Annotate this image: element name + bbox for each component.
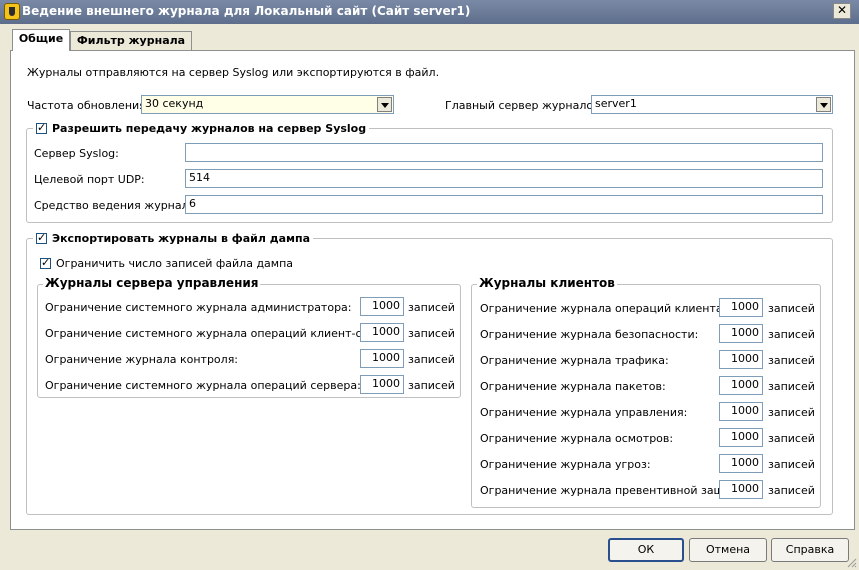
client-log-row-unit: записей (768, 432, 815, 445)
client-log-row-label: Ограничение журнала управления: (480, 406, 688, 419)
client-log-row-input[interactable]: 1000 (719, 298, 763, 317)
client-log-row-unit: записей (768, 406, 815, 419)
server-logs-title: Журналы сервера управления (43, 276, 261, 290)
client-log-row-label: Ограничение журнала безопасности: (480, 328, 699, 341)
refresh-label: Частота обновления: (27, 99, 150, 112)
syslog-server-label: Сервер Syslog: (34, 147, 119, 160)
intro-text: Журналы отправляются на сервер Syslog ил… (27, 66, 440, 79)
limit-records-label: Ограничить число записей файла дампа (56, 257, 294, 270)
export-enable-label: Экспортировать журналы в файл дампа (52, 232, 311, 245)
client-log-row-input[interactable]: 1000 (719, 376, 763, 395)
server-log-row-label: Ограничение системного журнала администр… (45, 301, 352, 314)
client-log-row-label: Ограничение журнала осмотров: (480, 432, 674, 445)
tab-general[interactable]: Общие (12, 29, 70, 51)
client-log-row-input[interactable]: 1000 (719, 324, 763, 343)
resize-grip-icon[interactable] (845, 556, 857, 568)
main-server-label: Главный сервер журналов: (445, 99, 604, 112)
ok-button[interactable]: ОК (608, 538, 684, 562)
client-log-row-label: Ограничение журнала трафика: (480, 354, 669, 367)
limit-records[interactable]: Ограничить число записей файла дампа (40, 256, 293, 272)
main-server-select[interactable]: server1 (591, 95, 833, 114)
client-log-row-unit: записей (768, 380, 815, 393)
facility-input[interactable]: 6 (185, 195, 823, 214)
client-logs-group (471, 284, 821, 508)
client-log-row-unit: записей (768, 458, 815, 471)
client-log-row-label: Ограничение журнала превентивной защиты: (480, 484, 750, 497)
export-enable[interactable]: Экспортировать журналы в файл дампа (33, 231, 314, 247)
server-log-row-input[interactable]: 1000 (360, 349, 404, 368)
server-log-row-label: Ограничение системного журнала операций … (45, 379, 361, 392)
cancel-button[interactable]: Отмена (689, 538, 767, 562)
app-shield-icon (4, 3, 20, 20)
main-server-value: server1 (595, 97, 637, 110)
client-log-row-label: Ограничение журнала операций клиента: (480, 302, 727, 315)
close-button[interactable]: ✕ (833, 3, 851, 19)
tab-log-filter[interactable]: Фильтр журнала (70, 31, 192, 51)
chevron-down-icon[interactable] (816, 97, 831, 112)
client-log-row-input[interactable]: 1000 (719, 428, 763, 447)
window-title: Ведение внешнего журнала для Локальный с… (22, 4, 471, 18)
client-log-row-label: Ограничение журнала угроз: (480, 458, 651, 471)
server-log-row-unit: записей (408, 327, 455, 340)
client-log-row-unit: записей (768, 328, 815, 341)
chevron-down-icon[interactable] (377, 97, 392, 112)
server-log-row-input[interactable]: 1000 (360, 323, 404, 342)
server-log-row-unit: записей (408, 379, 455, 392)
title-bar: Ведение внешнего журнала для Локальный с… (0, 0, 859, 24)
syslog-enable-label: Разрешить передачу журналов на сервер Sy… (52, 122, 367, 135)
client-log-row-input[interactable]: 1000 (719, 402, 763, 421)
export-enable-checkbox[interactable] (36, 231, 47, 244)
server-log-row-label: Ограничение системного журнала операций … (45, 327, 400, 340)
server-log-row-input[interactable]: 1000 (360, 375, 404, 394)
limit-records-checkbox[interactable] (40, 256, 51, 269)
udp-port-input[interactable]: 514 (185, 169, 823, 188)
client-log-row-input[interactable]: 1000 (719, 480, 763, 499)
client-log-row-input[interactable]: 1000 (719, 350, 763, 369)
server-log-row-label: Ограничение журнала контроля: (45, 353, 239, 366)
syslog-server-input[interactable] (185, 143, 823, 162)
syslog-enable-checkbox[interactable] (36, 121, 47, 134)
server-log-row-input[interactable]: 1000 (360, 297, 404, 316)
udp-port-label: Целевой порт UDP: (34, 173, 145, 186)
server-log-row-unit: записей (408, 353, 455, 366)
client-log-row-unit: записей (768, 302, 815, 315)
server-log-row-unit: записей (408, 301, 455, 314)
facility-label: Средство ведения журнала: (34, 199, 200, 212)
refresh-select[interactable]: 30 секунд (141, 95, 394, 114)
help-button[interactable]: Справка (771, 538, 849, 562)
client-log-row-input[interactable]: 1000 (719, 454, 763, 473)
client-log-row-unit: записей (768, 354, 815, 367)
client-log-row-label: Ограничение журнала пакетов: (480, 380, 666, 393)
refresh-value: 30 секунд (145, 97, 204, 110)
client-logs-title: Журналы клиентов (477, 276, 617, 290)
syslog-enable[interactable]: Разрешить передачу журналов на сервер Sy… (33, 121, 370, 137)
client-log-row-unit: записей (768, 484, 815, 497)
